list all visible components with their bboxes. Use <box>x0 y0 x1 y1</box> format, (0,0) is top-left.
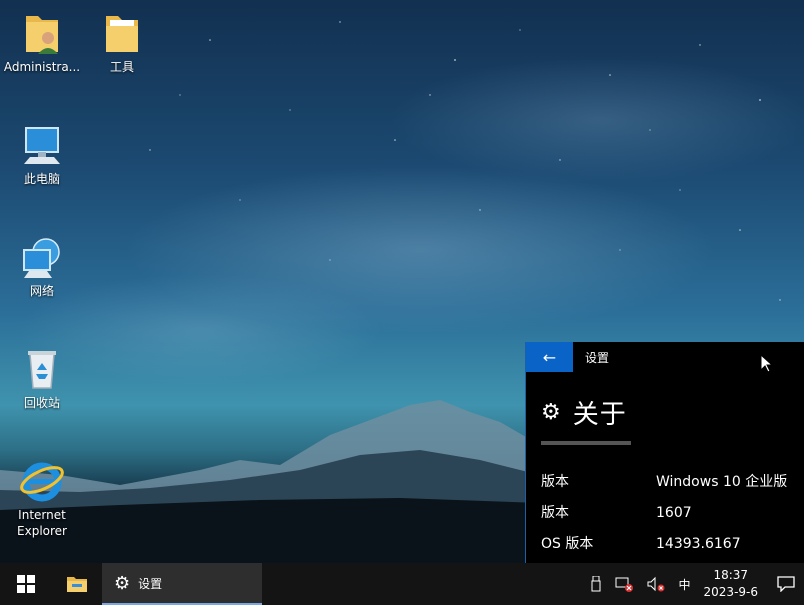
settings-window[interactable]: ← 设置 ⚙ 关于 版本 Windows 10 企业版 版本 1607 OS 版… <box>525 342 804 563</box>
internet-explorer-icon <box>20 462 64 502</box>
file-explorer-icon <box>67 577 87 592</box>
start-button[interactable] <box>0 563 52 605</box>
action-center-button[interactable] <box>768 576 804 592</box>
info-value: Windows 10 企业版 <box>656 474 788 490</box>
info-value: 14393.6167 <box>656 536 741 552</box>
clock-time: 18:37 <box>713 568 749 582</box>
recycle-bin-icon <box>28 351 56 389</box>
info-row: 版本 1607 <box>526 504 804 535</box>
user-folder-icon <box>26 16 58 54</box>
input-method-indicator[interactable]: 中 <box>679 576 691 593</box>
desktop-icon-administrator[interactable]: Administra... <box>2 12 82 75</box>
info-value: 1607 <box>656 505 692 521</box>
mouse-cursor-icon <box>760 354 774 373</box>
back-arrow-icon: ← <box>542 347 557 367</box>
desktop-icon-label: 此电脑 <box>23 172 60 186</box>
desktop-icon-recycle-bin[interactable]: 回收站 <box>2 348 82 411</box>
folder-icon <box>106 16 138 52</box>
info-key: 版本 <box>541 474 569 490</box>
desktop-icon-internet-explorer[interactable]: Internet Explorer <box>2 458 82 539</box>
desktop-icon-label: 工具 <box>109 60 134 74</box>
desktop-icon-tools[interactable]: 工具 <box>82 12 162 75</box>
clock-date: 2023-9-6 <box>703 585 758 599</box>
desktop-icon-this-pc[interactable]: 此电脑 <box>2 124 82 187</box>
file-explorer-button[interactable] <box>52 563 102 605</box>
page-title: 关于 <box>572 400 627 430</box>
info-row: OS 版本 14393.6167 <box>526 535 804 563</box>
windows-logo-icon <box>17 575 35 593</box>
taskbar-clock[interactable]: 18:37 2023-9-6 <box>704 567 758 601</box>
gear-icon: ⚙ <box>541 400 561 425</box>
back-button[interactable]: ← <box>526 342 573 372</box>
notification-icon <box>777 576 795 592</box>
usb-device-icon[interactable] <box>591 576 601 592</box>
info-key: 版本 <box>541 505 569 521</box>
network-disconnected-icon[interactable] <box>615 576 633 592</box>
desktop-icon-network[interactable]: 网络 <box>2 236 82 299</box>
about-info-list: 版本 Windows 10 企业版 版本 1607 OS 版本 14393.61… <box>526 473 804 563</box>
page-heading: ⚙ 关于 <box>541 394 804 431</box>
desktop-icon-label: Administra... <box>3 60 81 74</box>
taskbar-app-label: 设置 <box>138 576 163 591</box>
taskbar: ⚙ 设置 中 18:37 2023-9-6 <box>0 563 804 605</box>
gear-icon: ⚙ <box>114 572 131 594</box>
desktop-icon-label: Internet Explorer <box>17 508 67 538</box>
taskbar-settings-app[interactable]: ⚙ 设置 <box>102 563 262 605</box>
heading-divider <box>541 441 631 445</box>
desktop-icon-label: 网络 <box>29 284 54 298</box>
network-globe-icon <box>23 238 60 278</box>
computer-icon <box>24 127 60 164</box>
info-row: 版本 Windows 10 企业版 <box>526 473 804 504</box>
system-tray: 中 18:37 2023-9-6 <box>584 563 804 605</box>
desktop-icon-label: 回收站 <box>23 396 60 410</box>
info-key: OS 版本 <box>541 536 594 552</box>
volume-muted-icon[interactable] <box>647 576 665 592</box>
window-title: 设置 <box>585 350 610 365</box>
